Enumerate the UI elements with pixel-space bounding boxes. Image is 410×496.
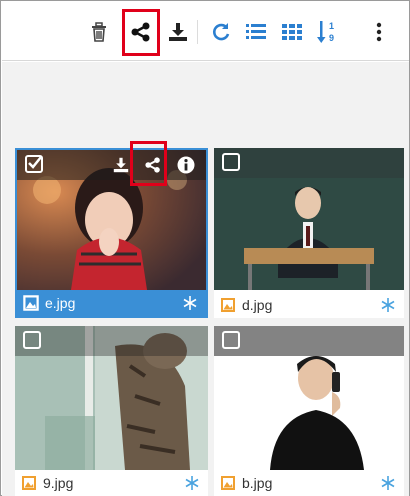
- file-tile-d[interactable]: d.jpg: [214, 148, 404, 318]
- list-view-icon[interactable]: [242, 16, 270, 48]
- sort-numeric-icon[interactable]: 19: [314, 16, 342, 48]
- file-tile-e[interactable]: e.jpg: [15, 148, 208, 318]
- gallery-area: e.jpg d.jpg 9.jpg b.jpg: [2, 62, 409, 496]
- snowflake-icon: [183, 296, 197, 310]
- file-caption: d.jpg: [214, 292, 404, 318]
- snowflake-icon: [381, 476, 395, 490]
- image-file-icon: [22, 476, 36, 490]
- file-browser-window: 19 e.jpg d.jpg 9.jpg b.jpg: [0, 0, 410, 496]
- image-file-icon: [221, 476, 235, 490]
- file-tile-b[interactable]: b.jpg: [214, 326, 404, 496]
- file-caption: b.jpg: [214, 470, 404, 496]
- trash-icon[interactable]: [85, 16, 113, 48]
- file-name: d.jpg: [242, 297, 273, 313]
- share-tile-highlight: [130, 141, 167, 186]
- svg-text:9: 9: [329, 33, 334, 43]
- tile-toolbar: [15, 326, 208, 356]
- file-name: e.jpg: [45, 295, 76, 311]
- select-checkbox[interactable]: [222, 331, 240, 349]
- tile-toolbar: [214, 148, 404, 178]
- file-name: 9.jpg: [43, 475, 74, 491]
- image-file-icon: [23, 295, 39, 311]
- toolbar-separator: [197, 20, 198, 44]
- file-name: b.jpg: [242, 475, 273, 491]
- more-vertical-icon[interactable]: [365, 16, 393, 48]
- tile-toolbar: [214, 326, 404, 356]
- download-icon[interactable]: [164, 16, 192, 48]
- file-caption: e.jpg: [17, 290, 206, 316]
- select-checkbox[interactable]: [222, 153, 240, 171]
- refresh-icon[interactable]: [207, 16, 235, 48]
- select-checkbox[interactable]: [23, 331, 41, 349]
- snowflake-icon: [185, 476, 199, 490]
- file-caption: 9.jpg: [15, 470, 208, 496]
- download-icon[interactable]: [113, 157, 129, 173]
- grid-view-icon[interactable]: [278, 16, 306, 48]
- select-checkbox[interactable]: [25, 155, 43, 173]
- file-tile-9[interactable]: 9.jpg: [15, 326, 208, 496]
- snowflake-icon: [381, 298, 395, 312]
- toolbar: 19: [2, 2, 409, 61]
- info-icon[interactable]: [177, 156, 195, 174]
- image-file-icon: [221, 298, 235, 312]
- share-button-highlight: [122, 9, 160, 56]
- svg-text:1: 1: [329, 21, 334, 31]
